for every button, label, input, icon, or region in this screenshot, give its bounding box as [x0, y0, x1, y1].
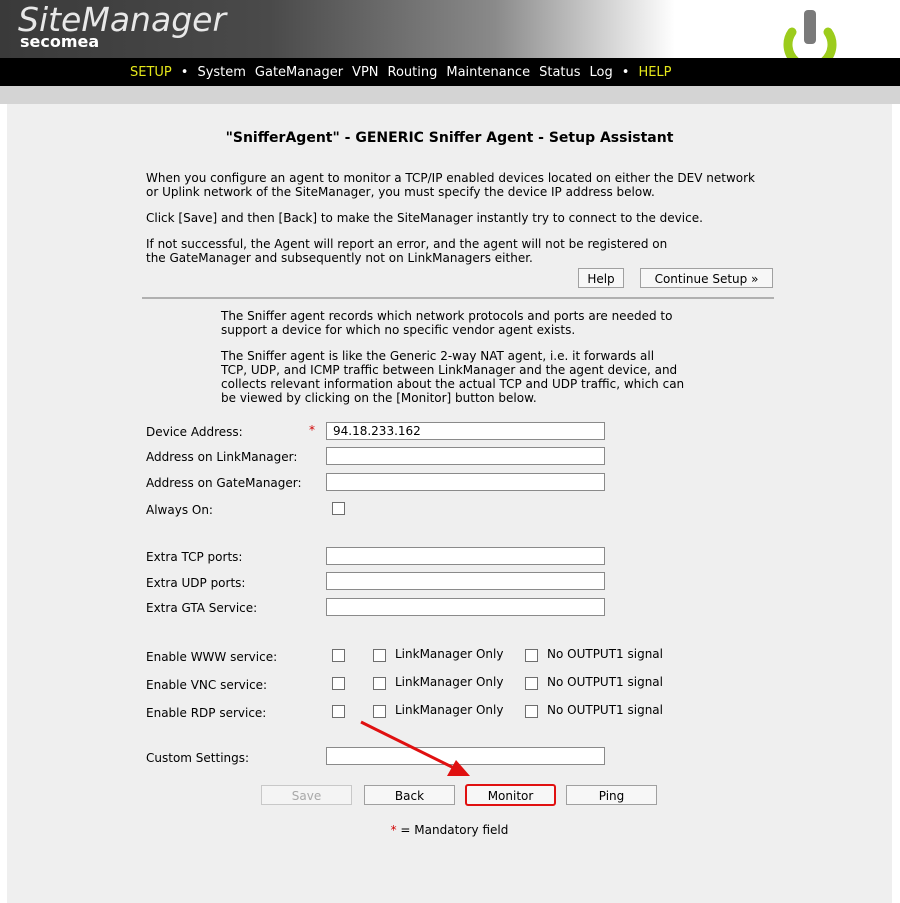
vnc-no-output1-label: No OUTPUT1 signal [547, 675, 663, 689]
page-title: "SnifferAgent" - GENERIC Sniffer Agent -… [225, 130, 674, 146]
intro-3-line-1: If not successful, the Agent will report… [146, 237, 668, 251]
nav-item-status[interactable]: Status [539, 65, 580, 80]
vnc-linkmanager-only-label: LinkManager Only [395, 675, 504, 689]
enable-rdp-label: Enable RDP service: [146, 706, 267, 720]
save-button[interactable]: Save [261, 785, 352, 805]
enable-vnc-label: Enable VNC service: [146, 678, 268, 692]
device-address-input[interactable]: 94.18.233.162 [326, 422, 605, 440]
mandatory-field-text: = Mandatory field [396, 823, 509, 837]
www-linkmanager-only-checkbox[interactable] [373, 649, 386, 662]
intro-paragraph-2: Click [Save] and then [Back] to make the… [146, 211, 703, 225]
custom-settings-input[interactable] [326, 747, 605, 765]
intro-1-line-2: or Uplink network of the SiteManager, yo… [146, 185, 655, 199]
intro-paragraph-3: If not successful, the Agent will report… [146, 237, 786, 265]
extra-udp-input[interactable] [326, 572, 605, 590]
desc-1-line-2: support a device for which no specific v… [221, 323, 576, 337]
intro-3-line-2: the GateManager and subsequently not on … [146, 251, 533, 265]
gatemanager-address-input[interactable] [326, 473, 605, 491]
help-button[interactable]: Help [578, 268, 624, 288]
sub-nav-bar [0, 86, 900, 104]
rdp-no-output1-checkbox[interactable] [525, 705, 538, 718]
back-button[interactable]: Back [364, 785, 455, 805]
secomea-logo-text: secomea [20, 32, 100, 51]
divider [142, 297, 774, 299]
always-on-checkbox[interactable] [332, 502, 345, 515]
rdp-linkmanager-only-label: LinkManager Only [395, 703, 504, 717]
nav-item-setup[interactable]: SETUP [130, 65, 172, 80]
mandatory-field-note: * = Mandatory field [7, 823, 892, 837]
required-asterisk: * [309, 423, 315, 437]
extra-gta-input[interactable] [326, 598, 605, 616]
ping-button[interactable]: Ping [566, 785, 657, 805]
www-no-output1-label: No OUTPUT1 signal [547, 647, 663, 661]
monitor-button[interactable]: Monitor [465, 784, 556, 806]
always-on-label: Always On: [146, 503, 213, 517]
desc-2-line-1: The Sniffer agent is like the Generic 2-… [221, 349, 655, 363]
nav-item-gatemanager[interactable]: GateManager [255, 65, 343, 80]
enable-www-label: Enable WWW service: [146, 650, 278, 664]
www-no-output1-checkbox[interactable] [525, 649, 538, 662]
rdp-no-output1-label: No OUTPUT1 signal [547, 703, 663, 717]
description-paragraph-1: The Sniffer agent records which network … [221, 309, 721, 337]
enable-vnc-checkbox[interactable] [332, 677, 345, 690]
header-banner: SiteManager secomea [0, 0, 900, 66]
nav-separator: • [621, 65, 630, 80]
enable-rdp-checkbox[interactable] [332, 705, 345, 718]
desc-2-line-4: be viewed by clicking on the [Monitor] b… [221, 391, 537, 405]
nav-bar: SETUP • System GateManager VPN Routing Mainten… [0, 58, 900, 86]
device-address-label: Device Address: [146, 425, 243, 439]
extra-tcp-label: Extra TCP ports: [146, 550, 243, 564]
desc-1-line-1: The Sniffer agent records which network … [221, 309, 673, 323]
nav-item-help[interactable]: HELP [638, 65, 671, 80]
linkmanager-address-label: Address on LinkManager: [146, 450, 298, 464]
rdp-linkmanager-only-checkbox[interactable] [373, 705, 386, 718]
extra-udp-label: Extra UDP ports: [146, 576, 246, 590]
desc-2-line-3: collects relevant information about the … [221, 377, 685, 391]
nav-separator: • [180, 65, 189, 80]
extra-gta-label: Extra GTA Service: [146, 601, 258, 615]
www-linkmanager-only-label: LinkManager Only [395, 647, 504, 661]
vnc-no-output1-checkbox[interactable] [525, 677, 538, 690]
description-paragraph-2: The Sniffer agent is like the Generic 2-… [221, 349, 721, 405]
gatemanager-address-label: Address on GateManager: [146, 476, 302, 490]
nav-item-vpn[interactable]: VPN [352, 65, 378, 80]
intro-1-line-1: When you configure an agent to monitor a… [146, 171, 755, 185]
extra-tcp-input[interactable] [326, 547, 605, 565]
nav-item-routing[interactable]: Routing [388, 65, 438, 80]
nav-item-maintenance[interactable]: Maintenance [446, 65, 530, 80]
enable-www-checkbox[interactable] [332, 649, 345, 662]
nav-item-log[interactable]: Log [590, 65, 613, 80]
custom-settings-label: Custom Settings: [146, 751, 250, 765]
linkmanager-address-input[interactable] [326, 447, 605, 465]
continue-setup-button[interactable]: Continue Setup » [640, 268, 773, 288]
nav-item-system[interactable]: System [197, 65, 245, 80]
vnc-linkmanager-only-checkbox[interactable] [373, 677, 386, 690]
intro-paragraph-1: When you configure an agent to monitor a… [146, 171, 786, 199]
desc-2-line-2: TCP, UDP, and ICMP traffic between LinkM… [221, 363, 678, 377]
main-panel: "SnifferAgent" - GENERIC Sniffer Agent -… [7, 104, 892, 903]
